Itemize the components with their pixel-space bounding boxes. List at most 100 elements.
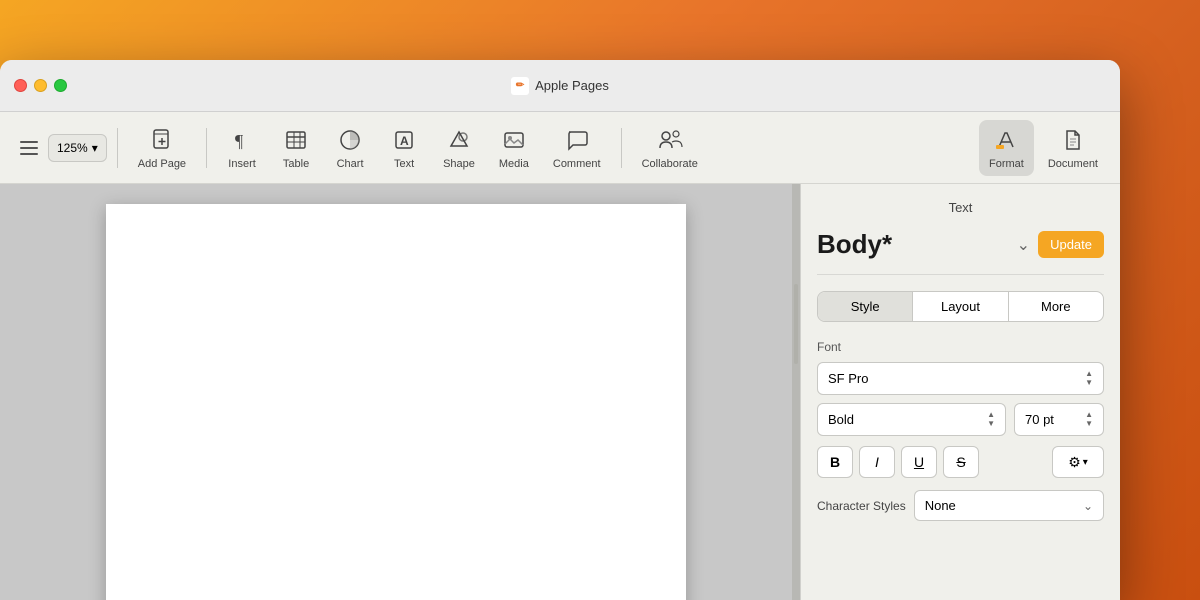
document-icon	[1059, 126, 1087, 154]
collaborate-label: Collaborate	[642, 158, 698, 170]
font-size-up-arrow: ▲	[1085, 411, 1093, 419]
zoom-chevron-icon: ▾	[92, 141, 98, 155]
table-icon	[282, 126, 310, 154]
right-panel: Text Body* ⌄ Update Style Layout More Fo…	[800, 184, 1120, 600]
minimize-button[interactable]	[34, 79, 47, 92]
tab-layout[interactable]: Layout	[913, 292, 1008, 321]
panel-section-title: Text	[817, 200, 1104, 215]
gear-chevron-icon: ▾	[1083, 457, 1088, 468]
font-style-down-arrow: ▼	[987, 420, 995, 428]
toggle-line	[20, 153, 38, 155]
pages-app-icon: ✏	[511, 77, 529, 95]
sidebar-toggle-button[interactable]	[12, 135, 46, 161]
font-size-control[interactable]: 70 pt ▲ ▼	[1014, 403, 1104, 436]
font-family-arrows[interactable]: ▲ ▼	[1085, 370, 1093, 387]
font-family-down-arrow: ▼	[1085, 379, 1093, 387]
font-family-value: SF Pro	[828, 371, 868, 386]
style-row: Body* ⌄ Update	[817, 229, 1104, 275]
text-label: Text	[394, 158, 414, 170]
sub-tabs: Style Layout More	[817, 291, 1104, 322]
font-style-size-row: Bold ▲ ▼ 70 pt ▲ ▼	[817, 403, 1104, 436]
toggle-line	[20, 141, 38, 143]
font-size-arrows[interactable]: ▲ ▼	[1085, 411, 1093, 428]
toolbar-left-group: 125% ▾	[12, 134, 107, 162]
maximize-button[interactable]	[54, 79, 67, 92]
add-page-label: Add Page	[138, 158, 186, 170]
add-page-icon	[148, 126, 176, 154]
format-buttons-row: B I U S ⚙ ▾	[817, 446, 1104, 478]
chart-icon	[336, 126, 364, 154]
font-section-label: Font	[817, 340, 1104, 354]
table-button[interactable]: Table	[271, 120, 321, 176]
chart-button[interactable]: Chart	[325, 120, 375, 176]
text-icon: A	[390, 126, 418, 154]
font-style-arrows[interactable]: ▲ ▼	[987, 411, 995, 428]
update-button[interactable]: Update	[1038, 231, 1104, 258]
close-button[interactable]	[14, 79, 27, 92]
document-label: Document	[1048, 158, 1098, 170]
format-label: Format	[989, 158, 1024, 170]
style-name-display: Body*	[817, 229, 1009, 260]
shape-icon	[445, 126, 473, 154]
gear-icon: ⚙	[1068, 454, 1081, 471]
toolbar: 125% ▾ Add Page ¶	[0, 112, 1120, 184]
insert-button[interactable]: ¶ Insert	[217, 120, 267, 176]
underline-button[interactable]: U	[901, 446, 937, 478]
svg-text:A: A	[400, 134, 409, 148]
font-family-select[interactable]: SF Pro ▲ ▼	[817, 362, 1104, 395]
zoom-control[interactable]: 125% ▾	[48, 134, 107, 162]
font-style-up-arrow: ▲	[987, 411, 995, 419]
character-styles-value: None	[925, 498, 956, 513]
zoom-value: 125%	[57, 141, 88, 155]
main-area: Text Body* ⌄ Update Style Layout More Fo…	[0, 184, 1120, 600]
media-button[interactable]: Media	[489, 120, 539, 176]
collaborate-button[interactable]: Collaborate	[632, 120, 708, 176]
format-button[interactable]: Format	[979, 120, 1034, 176]
character-styles-row: Character Styles None ⌄	[817, 490, 1104, 521]
media-label: Media	[499, 158, 529, 170]
traffic-lights	[14, 79, 67, 92]
bold-button[interactable]: B	[817, 446, 853, 478]
style-chevron-icon[interactable]: ⌄	[1017, 235, 1030, 255]
window-title: Apple Pages	[535, 78, 609, 93]
more-format-button[interactable]: ⚙ ▾	[1052, 446, 1104, 478]
scrollbar-thumb[interactable]	[794, 284, 798, 364]
window-title-area: ✏ Apple Pages	[511, 77, 609, 95]
font-style-value: Bold	[828, 412, 854, 427]
scroll-divider	[792, 184, 800, 600]
app-window: ✏ Apple Pages 125% ▾	[0, 60, 1120, 600]
insert-icon: ¶	[228, 126, 256, 154]
document-page	[106, 204, 686, 600]
strikethrough-button[interactable]: S	[943, 446, 979, 478]
character-styles-label: Character Styles	[817, 499, 906, 513]
font-size-value: 70 pt	[1025, 412, 1054, 427]
character-styles-chevron-icon: ⌄	[1083, 499, 1093, 513]
media-icon	[500, 126, 528, 154]
comment-button[interactable]: Comment	[543, 120, 611, 176]
italic-button[interactable]: I	[859, 446, 895, 478]
format-icon	[992, 126, 1020, 154]
shape-button[interactable]: Shape	[433, 120, 485, 176]
text-button[interactable]: A Text	[379, 120, 429, 176]
table-label: Table	[283, 158, 309, 170]
comment-icon	[563, 126, 591, 154]
tab-style[interactable]: Style	[818, 292, 913, 321]
document-button[interactable]: Document	[1038, 120, 1108, 176]
chart-label: Chart	[337, 158, 364, 170]
font-family-up-arrow: ▲	[1085, 370, 1093, 378]
insert-label: Insert	[228, 158, 256, 170]
collaborate-icon	[656, 126, 684, 154]
shape-label: Shape	[443, 158, 475, 170]
comment-label: Comment	[553, 158, 601, 170]
titlebar: ✏ Apple Pages	[0, 60, 1120, 112]
toggle-line	[20, 147, 38, 149]
character-styles-select[interactable]: None ⌄	[914, 490, 1104, 521]
font-style-select[interactable]: Bold ▲ ▼	[817, 403, 1006, 436]
panel-content: Text Body* ⌄ Update Style Layout More Fo…	[801, 184, 1120, 600]
font-size-down-arrow: ▼	[1085, 420, 1093, 428]
add-page-button[interactable]: Add Page	[128, 120, 196, 176]
tab-more[interactable]: More	[1009, 292, 1103, 321]
toolbar-separator-2	[206, 128, 207, 168]
toolbar-separator	[117, 128, 118, 168]
svg-text:¶: ¶	[235, 131, 243, 151]
